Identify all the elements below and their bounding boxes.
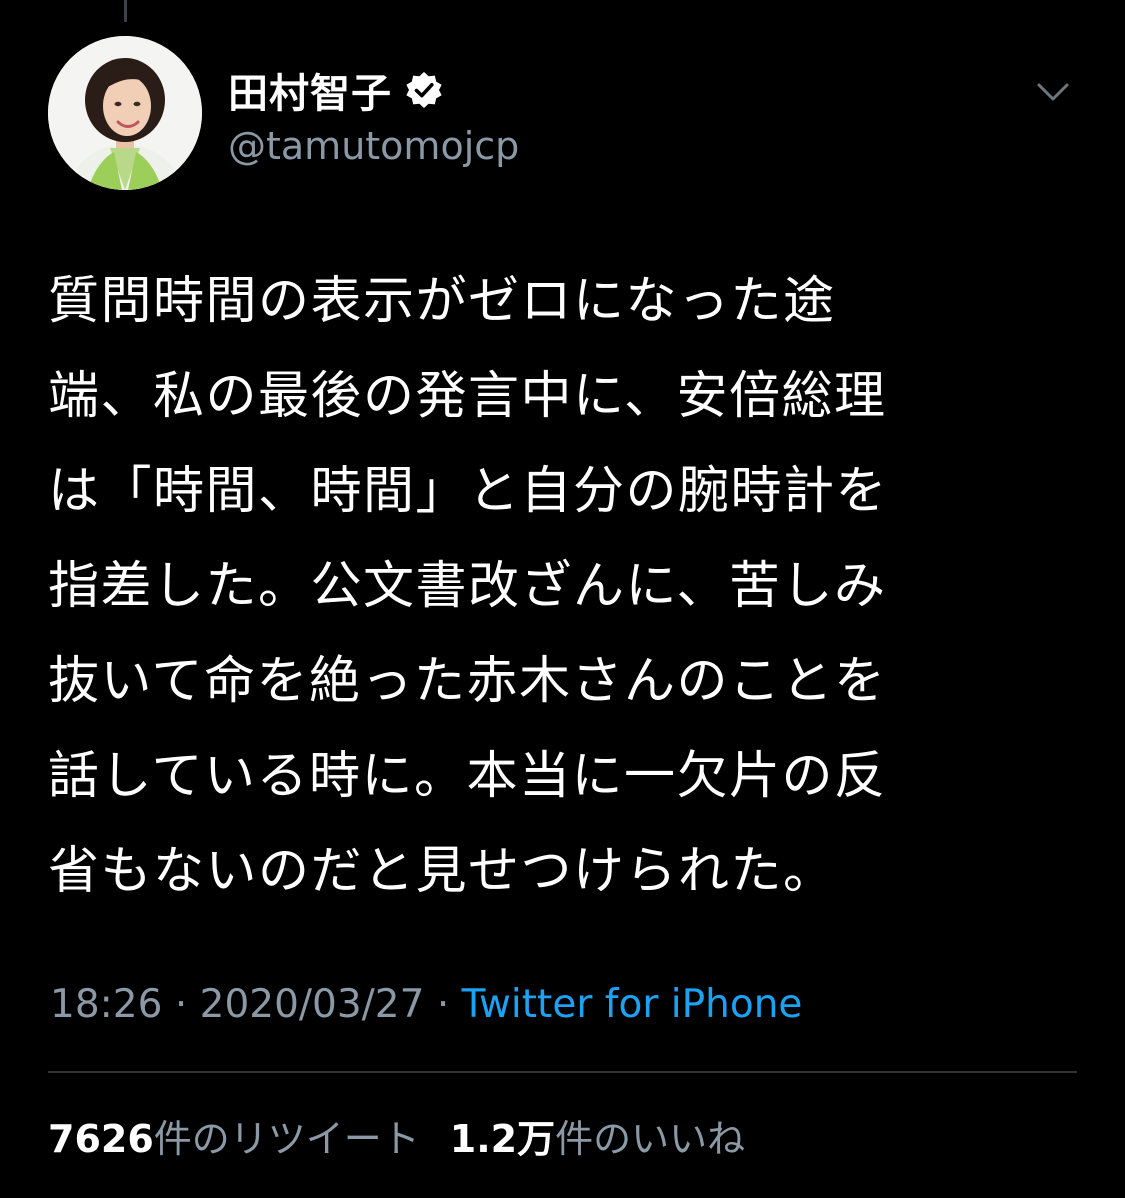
retweet-stat[interactable]: 7626件のリツイート [48, 1108, 420, 1163]
tweet-text: 質問時間の表示がゼロになった途 端、私の最後の発言中に、安倍総理 は「時間、時間… [48, 254, 1048, 919]
tweet-text-line: 質問時間の表示がゼロになった途 [48, 272, 836, 331]
verified-badge-icon [406, 72, 442, 108]
tweet-text-line: 省もないのだと見せつけられた。 [48, 842, 836, 901]
meta-separator: · [436, 982, 450, 1027]
divider [48, 1071, 1077, 1073]
tweet-meta: 18:26 · 2020/03/27 · Twitter for iPhone [50, 982, 802, 1027]
tweet-source-link[interactable]: Twitter for iPhone [462, 982, 803, 1027]
tweet-text-line: 話している時に。本当に一欠片の反 [48, 747, 887, 806]
avatar[interactable] [48, 36, 202, 190]
tweet-stats: 7626件のリツイート 1.2万件のいいね [48, 1108, 745, 1163]
avatar-image [48, 36, 202, 190]
like-count: 1.2万 [449, 1117, 556, 1161]
tweet-text-line: は「時間、時間」と自分の腕時計を [48, 462, 889, 521]
tweet-text-line: 指差した。公文書改ざんに、苦しみ [48, 557, 887, 616]
like-stat[interactable]: 1.2万件のいいね [450, 1108, 745, 1163]
retweet-label: 件のリツイート [153, 1117, 420, 1161]
like-label: 件のいいね [555, 1117, 746, 1161]
tweet-header: 田村智子 @tamutomojcp [48, 36, 1095, 196]
author-handle[interactable]: @tamutomojcp [228, 124, 519, 168]
display-name[interactable]: 田村智子 [228, 61, 392, 119]
display-name-row: 田村智子 [228, 62, 519, 118]
tweet-text-line: 端、私の最後の発言中に、安倍総理 [48, 367, 887, 426]
author-names: 田村智子 @tamutomojcp [228, 62, 519, 168]
tweet-text-line: 抜いて命を絶った赤木さんのことを [48, 652, 887, 711]
retweet-count: 7626 [48, 1117, 154, 1161]
tweet-time[interactable]: 18:26 [50, 982, 162, 1027]
meta-separator: · [174, 982, 188, 1027]
chevron-down-icon[interactable] [1033, 72, 1073, 112]
thread-connector-line [124, 0, 127, 22]
tweet-date[interactable]: 2020/03/27 [200, 982, 425, 1027]
